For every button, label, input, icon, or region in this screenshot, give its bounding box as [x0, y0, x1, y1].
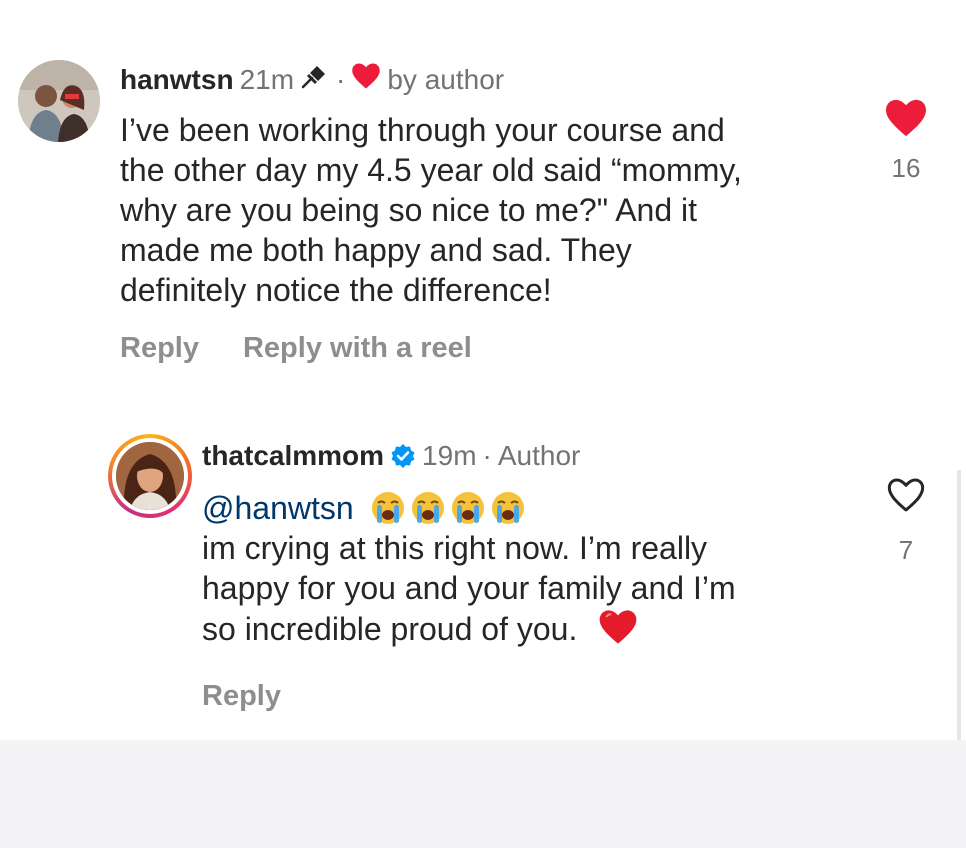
like-count: 7: [898, 535, 914, 565]
timestamp: 21m: [239, 63, 295, 95]
comment-text: I’ve been working through your course an…: [120, 110, 742, 310]
like-column: 16: [876, 98, 936, 184]
mention-link[interactable]: @hanwtsn: [202, 490, 354, 526]
comment-line: made me both happy and sad. They: [120, 232, 632, 268]
emoji-group: [371, 490, 531, 526]
like-heart-icon[interactable]: [884, 99, 928, 142]
loudly-crying-emoji-icon: [491, 492, 524, 524]
username[interactable]: thatcalmmom: [202, 440, 384, 472]
comment-actions: Reply: [202, 680, 281, 713]
username[interactable]: hanwtsn: [120, 64, 234, 96]
comment-line: why are you being so nice to me?" And it: [120, 192, 698, 228]
reply-button[interactable]: Reply: [120, 332, 199, 365]
author-label: Author: [497, 440, 581, 471]
comment-line: happy for you and your family and I’m: [202, 570, 736, 606]
like-count: 16: [891, 153, 921, 183]
scroll-edge: [957, 470, 961, 740]
comment-meta: thatcalmmom 19m · Author: [202, 440, 580, 472]
heart-icon: [351, 62, 381, 97]
comment-line: definitely notice the difference!: [120, 272, 552, 308]
pin-icon: [300, 63, 330, 96]
red-heart-emoji-icon: [599, 610, 637, 644]
comment-line: the other day my 4.5 year old said “momm…: [120, 152, 742, 188]
avatar[interactable]: [18, 60, 100, 142]
comments-page: hanwtsn 21m · by author I’ve been workin…: [0, 0, 966, 848]
loudly-crying-emoji-icon: [451, 492, 484, 524]
comment-line-last: so incredible proud of you.: [202, 608, 736, 649]
verified-badge-icon: [390, 443, 416, 469]
footer-area: [0, 740, 966, 848]
avatar-story-ring[interactable]: [108, 434, 192, 518]
avatar: [116, 442, 184, 510]
loudly-crying-emoji-icon: [411, 492, 444, 524]
reply-button[interactable]: Reply: [202, 680, 281, 713]
like-heart-outline-icon[interactable]: [886, 478, 926, 518]
comment-actions: Reply Reply with a reel: [120, 332, 472, 365]
reply-with-reel-button[interactable]: Reply with a reel: [243, 332, 472, 365]
separator: ·: [336, 63, 346, 95]
timestamp: 19m: [422, 440, 477, 471]
comment-line: im crying at this right now. I’m really: [202, 530, 708, 566]
separator: ·: [482, 440, 492, 471]
liked-by-author: by author: [387, 63, 505, 95]
comment-line: I’ve been working through your course an…: [120, 112, 725, 148]
like-column: 7: [876, 476, 936, 566]
comment-line: so incredible proud of you.: [202, 611, 578, 647]
comment-text: @hanwtsn im crying at this right now. I’…: [202, 488, 736, 649]
loudly-crying-emoji-icon: [371, 492, 404, 524]
mention-line: @hanwtsn: [202, 488, 736, 528]
comment-meta: hanwtsn 21m · by author: [120, 62, 504, 97]
